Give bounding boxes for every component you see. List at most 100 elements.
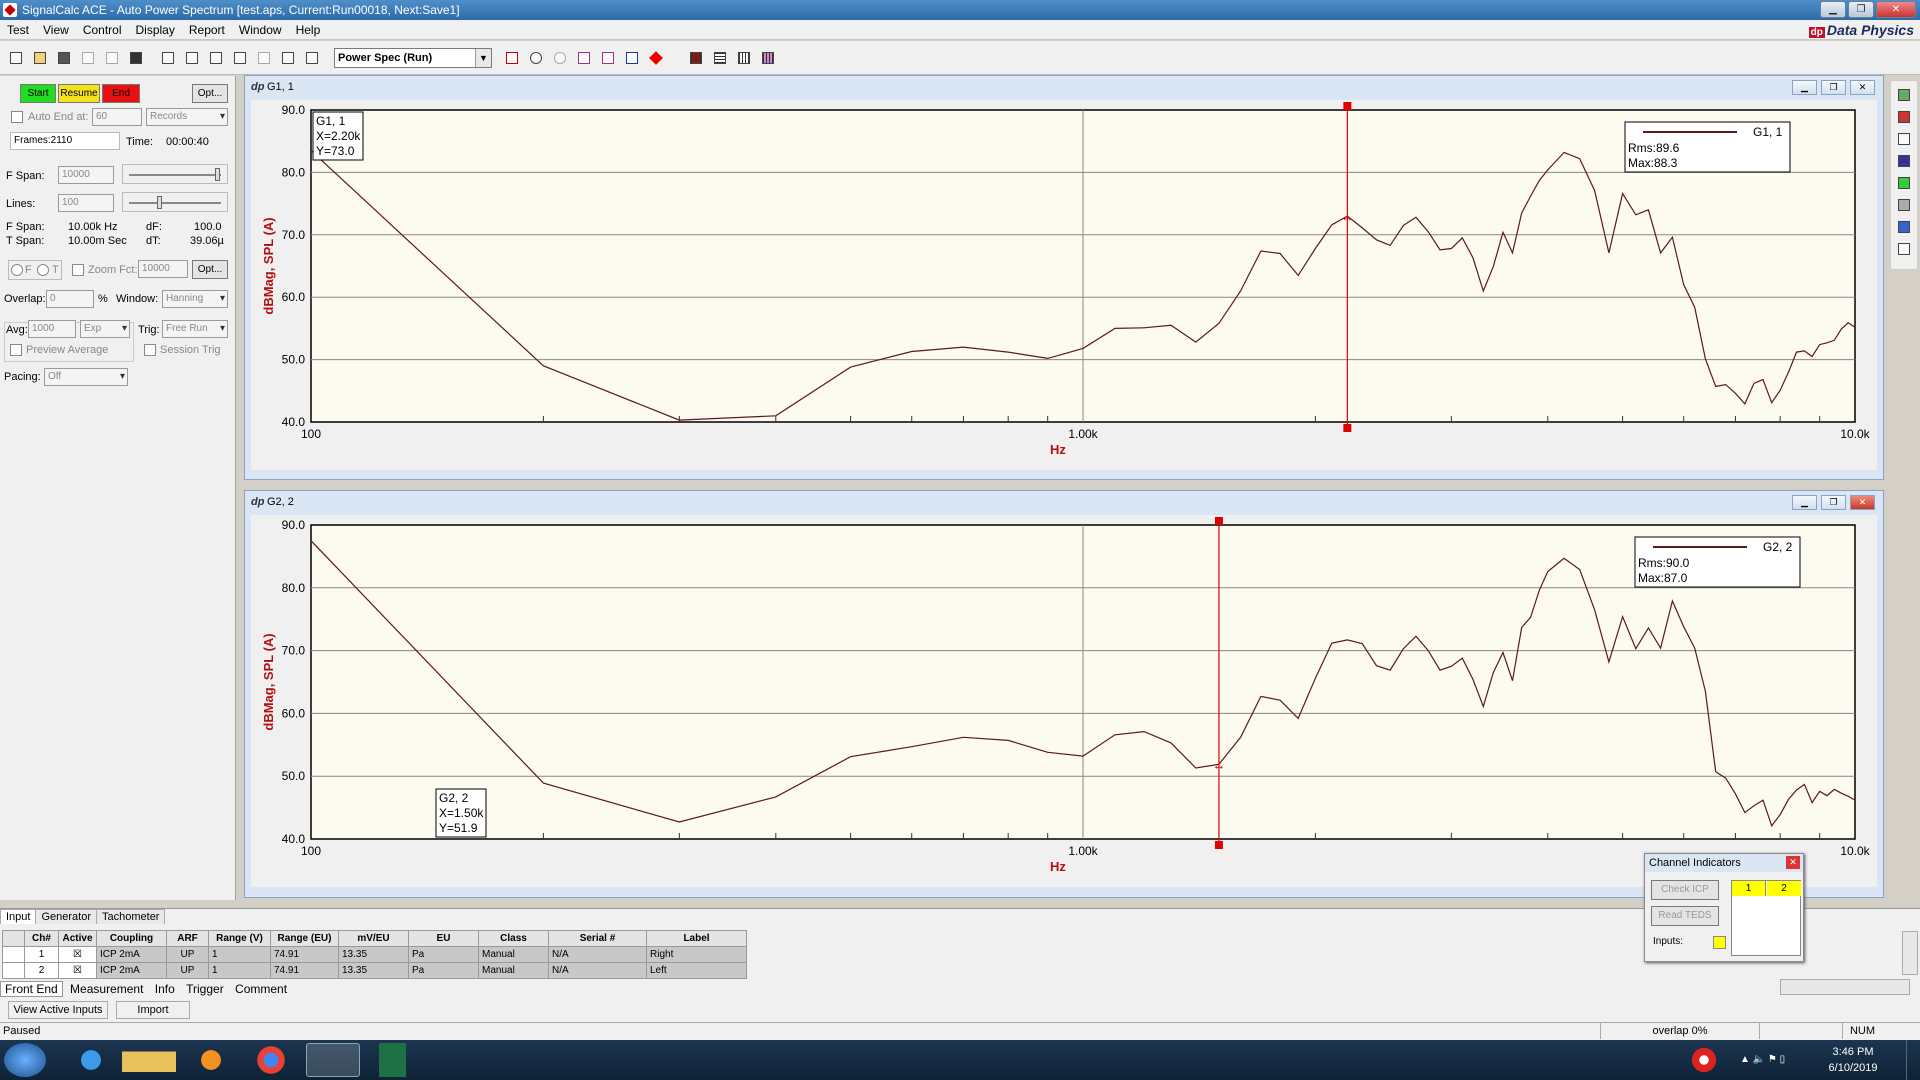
zoom-checkbox[interactable] [72, 264, 84, 276]
signalcalc-taskbar-icon[interactable] [306, 1043, 360, 1077]
open-folder-icon[interactable] [30, 48, 50, 68]
tray-app-icon[interactable] [1686, 1043, 1722, 1077]
auto-end-input[interactable]: 60 [92, 108, 142, 126]
measurement-mode-select[interactable]: Power Spec (Run) ▼ [334, 48, 492, 68]
session-trig-checkbox[interactable] [144, 344, 156, 356]
cursor-tool-icon[interactable] [502, 48, 522, 68]
print-preview-icon[interactable] [182, 48, 202, 68]
window-select[interactable]: Hanning [162, 290, 228, 308]
internet-explorer-icon[interactable] [64, 1043, 118, 1077]
table-row[interactable]: 2 ☒ ICP 2mA UP 1 74.91 13.35 Pa Manual N… [2, 962, 747, 979]
cell-mv-eu[interactable]: 13.35 [338, 962, 409, 979]
cell-serial[interactable]: N/A [548, 946, 647, 963]
graph-1-plot[interactable]: 90.080.070.060.050.040.0100 1.00k 10.0kHzd… [251, 100, 1877, 470]
tray-icons[interactable]: ▲ 🔈 ⚑ ▯ [1740, 1054, 1785, 1065]
tab-info[interactable]: Info [151, 982, 179, 996]
tile-graphs-icon[interactable] [686, 48, 706, 68]
cell-range-eu[interactable]: 74.91 [270, 946, 339, 963]
radio-time[interactable] [37, 264, 49, 276]
active-checkbox[interactable]: ☒ [58, 962, 97, 979]
graph-2-plot[interactable]: 90.080.070.060.050.040.0100 1.00k 10.0kHzd… [251, 515, 1877, 887]
print-icon[interactable] [158, 48, 178, 68]
radio-frequency[interactable] [11, 264, 23, 276]
channel-indicators-close-icon[interactable]: ✕ [1786, 856, 1800, 869]
cell-arf[interactable]: UP [166, 962, 209, 979]
preview-average-checkbox[interactable] [10, 344, 22, 356]
import-button[interactable]: Import [116, 1001, 190, 1019]
show-desktop-button[interactable] [1906, 1040, 1920, 1080]
end-button[interactable]: End [102, 84, 140, 103]
menu-display[interactable]: Display [129, 20, 182, 40]
start-menu-icon[interactable] [4, 1043, 46, 1077]
active-checkbox[interactable]: ☒ [58, 946, 97, 963]
zoom-input[interactable]: 10000 [138, 260, 188, 278]
cell-eu[interactable]: Pa [408, 946, 479, 963]
tab-front-end[interactable]: Front End [0, 981, 63, 997]
tab-tachometer[interactable]: Tachometer [96, 909, 166, 924]
auto-end-unit-select[interactable]: Records [146, 108, 228, 126]
save-as-icon[interactable] [78, 48, 98, 68]
cell-serial[interactable]: N/A [548, 962, 647, 979]
cell-class[interactable]: Manual [478, 962, 549, 979]
save-icon[interactable] [54, 48, 74, 68]
tab-input[interactable]: Input [0, 909, 37, 924]
column-view-icon[interactable] [734, 48, 754, 68]
export-icon[interactable] [302, 48, 322, 68]
media-player-icon[interactable] [184, 1043, 238, 1077]
fspan-slider[interactable] [122, 164, 228, 184]
cell-label[interactable]: Left [646, 962, 747, 979]
horizontal-scrollbar[interactable] [1780, 979, 1910, 995]
vertical-scrollbar[interactable] [1902, 931, 1918, 975]
menu-view[interactable]: View [36, 20, 76, 40]
resume-button[interactable]: Resume [58, 84, 100, 103]
zoom-fit-icon[interactable] [598, 48, 618, 68]
zoom-box-icon[interactable] [574, 48, 594, 68]
grid-view-icon[interactable] [710, 48, 730, 68]
view-active-inputs-button[interactable]: View Active Inputs [8, 1001, 108, 1019]
zoom-in-icon[interactable] [526, 48, 546, 68]
autoscale-icon[interactable] [622, 48, 642, 68]
cell-range-eu[interactable]: 74.91 [270, 962, 339, 979]
gray-block-icon[interactable] [1894, 195, 1914, 215]
file-explorer-icon[interactable] [122, 1043, 176, 1077]
graph-2-restore-button[interactable]: ❐ [1821, 495, 1846, 510]
new-file-icon[interactable] [6, 48, 26, 68]
channel-view-icon[interactable] [758, 48, 778, 68]
auto-end-checkbox[interactable] [11, 111, 23, 123]
menu-help[interactable]: Help [289, 20, 328, 40]
graph-1-close-button[interactable]: ✕ [1850, 80, 1875, 95]
clock[interactable]: 3:46 PM 6/10/2019 [1818, 1044, 1888, 1076]
start-button[interactable]: Start [20, 84, 56, 103]
bars-icon[interactable] [1894, 107, 1914, 127]
cell-class[interactable]: Manual [478, 946, 549, 963]
options-button[interactable]: Opt... [192, 84, 228, 103]
cell-range-v[interactable]: 1 [208, 946, 271, 963]
menu-test[interactable]: Test [0, 20, 36, 40]
monitor-icon[interactable] [1894, 129, 1914, 149]
cell-range-v[interactable]: 1 [208, 962, 271, 979]
tab-comment[interactable]: Comment [231, 982, 291, 996]
zoom-options-button[interactable]: Opt... [192, 260, 228, 279]
minimize-button[interactable]: ▁ [1820, 1, 1846, 18]
signal-icon[interactable] [1894, 151, 1914, 171]
zoom-out-icon[interactable] [550, 48, 570, 68]
lines-slider[interactable] [122, 192, 228, 212]
save-all-icon[interactable] [102, 48, 122, 68]
fspan-input[interactable]: 10000 [58, 166, 114, 184]
table-row[interactable]: 1 ☒ ICP 2mA UP 1 74.91 13.35 Pa Manual N… [2, 946, 747, 963]
help-pointer-icon[interactable] [206, 48, 226, 68]
pacing-select[interactable]: Off [44, 368, 128, 386]
properties-icon[interactable] [1894, 239, 1914, 259]
copy-icon[interactable] [254, 48, 274, 68]
avg-type-select[interactable]: Exp [80, 320, 130, 338]
menu-control[interactable]: Control [76, 20, 129, 40]
menu-window[interactable]: Window [232, 20, 289, 40]
cell-arf[interactable]: UP [166, 946, 209, 963]
cell-coupling[interactable]: ICP 2mA [96, 962, 167, 979]
layout-icon[interactable] [278, 48, 298, 68]
graph-1-restore-button[interactable]: ❐ [1821, 80, 1846, 95]
tab-measurement[interactable]: Measurement [66, 982, 147, 996]
graph-2-minimize-button[interactable]: ▁ [1792, 495, 1817, 510]
lines-input[interactable]: 100 [58, 194, 114, 212]
cell-eu[interactable]: Pa [408, 962, 479, 979]
